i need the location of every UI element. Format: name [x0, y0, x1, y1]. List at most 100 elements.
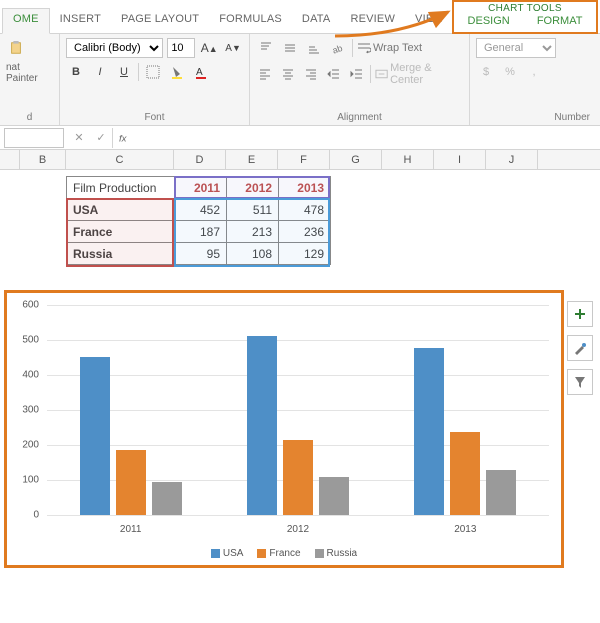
x-tick-label: 2013 [382, 524, 549, 535]
x-tick-label: 2011 [47, 524, 214, 535]
separator [370, 65, 371, 83]
legend-item-france[interactable]: France [257, 548, 300, 559]
bold-button[interactable]: B [66, 62, 86, 82]
tab-design[interactable]: DESIGN [468, 15, 510, 27]
currency-icon[interactable]: $ [476, 62, 496, 82]
chart-y-axis: 0100200300400500600 [7, 305, 43, 515]
ribbon-body: nat Painter d Calibri (Body) A▲ A▼ B I U… [0, 34, 600, 126]
bar-russia-2013[interactable] [486, 470, 516, 515]
accept-formula-icon[interactable]: ✓ [90, 131, 112, 144]
table-cell[interactable]: 187 [175, 221, 227, 243]
align-right-icon[interactable] [302, 64, 321, 84]
table-row: Russia 95 108 129 [67, 243, 331, 265]
table-cell[interactable]: 511 [227, 199, 279, 221]
comma-icon[interactable]: , [524, 62, 544, 82]
table-cell[interactable]: 478 [279, 199, 331, 221]
bar-usa-2011[interactable] [80, 357, 110, 515]
decrease-font-icon[interactable]: A▼ [223, 38, 243, 58]
borders-button[interactable] [143, 62, 163, 82]
ribbon-group-alignment: ab Wrap Text Merge & Center Alignment [250, 34, 470, 125]
tab-pagelayout[interactable]: PAGE LAYOUT [111, 9, 209, 33]
bar-russia-2011[interactable] [152, 482, 182, 515]
col-header[interactable]: F [278, 150, 330, 169]
number-format-select[interactable]: General [476, 38, 556, 58]
align-center-icon[interactable] [279, 64, 298, 84]
col-header[interactable]: H [382, 150, 434, 169]
chart-elements-button[interactable] [567, 301, 593, 327]
bar-usa-2013[interactable] [414, 348, 444, 515]
align-middle-icon[interactable] [280, 38, 300, 58]
x-tick-label: 2012 [214, 524, 381, 535]
clipboard-group-label: d [6, 110, 53, 123]
chart-side-buttons [567, 301, 593, 395]
number-group-label: Number [476, 110, 594, 123]
paste-button[interactable] [6, 38, 26, 58]
bar-usa-2012[interactable] [247, 336, 277, 515]
table-cell[interactable]: 108 [227, 243, 279, 265]
table-year[interactable]: 2013 [279, 177, 331, 199]
chart-tools-tabgroup: CHART TOOLS DESIGN FORMAT [452, 0, 598, 34]
align-left-icon[interactable] [256, 64, 275, 84]
chart-styles-button[interactable] [567, 335, 593, 361]
tab-format[interactable]: FORMAT [537, 15, 583, 27]
row-label[interactable]: Russia [67, 243, 175, 265]
table-cell[interactable]: 213 [227, 221, 279, 243]
cancel-formula-icon[interactable]: ✕ [68, 131, 90, 144]
ribbon-group-number: General $ % , Number [470, 34, 600, 125]
name-box[interactable] [4, 128, 64, 148]
col-header[interactable]: J [486, 150, 538, 169]
increase-indent-icon[interactable] [347, 64, 366, 84]
bar-france-2013[interactable] [450, 432, 480, 515]
chart-legend[interactable]: USA France Russia [7, 548, 561, 559]
legend-item-usa[interactable]: USA [211, 548, 244, 559]
table-cell[interactable]: 95 [175, 243, 227, 265]
svg-text:ab: ab [331, 43, 344, 55]
row-label[interactable]: USA [67, 199, 175, 221]
bar-russia-2012[interactable] [319, 477, 349, 515]
chart-filters-button[interactable] [567, 369, 593, 395]
increase-font-icon[interactable]: A▲ [199, 38, 219, 58]
worksheet-grid[interactable]: Film Production 2011 2012 2013 USA 452 5… [0, 170, 600, 590]
column-headers: B C D E F G H I J [0, 150, 600, 170]
table-cell[interactable]: 236 [279, 221, 331, 243]
fill-color-button[interactable] [167, 62, 187, 82]
tab-formulas[interactable]: FORMULAS [209, 9, 292, 33]
table-corner[interactable]: Film Production [67, 177, 175, 199]
decrease-indent-icon[interactable] [324, 64, 343, 84]
wrap-text-button[interactable]: Wrap Text [357, 41, 422, 55]
chart-tools-title: CHART TOOLS [454, 2, 596, 14]
col-header[interactable]: E [226, 150, 278, 169]
merge-center-button[interactable]: Merge & Center [375, 62, 463, 86]
legend-item-russia[interactable]: Russia [315, 548, 358, 559]
col-header[interactable]: D [174, 150, 226, 169]
table-cell[interactable]: 452 [175, 199, 227, 221]
italic-button[interactable]: I [90, 62, 110, 82]
embedded-chart[interactable]: 0100200300400500600 201120122013 USA Fran… [4, 290, 564, 568]
table-cell[interactable]: 129 [279, 243, 331, 265]
tab-home[interactable]: OME [2, 8, 50, 34]
font-family-select[interactable]: Calibri (Body) [66, 38, 163, 58]
col-header[interactable]: G [330, 150, 382, 169]
bar-france-2012[interactable] [283, 440, 313, 515]
bar-france-2011[interactable] [116, 450, 146, 515]
col-header[interactable]: B [20, 150, 66, 169]
align-bottom-icon[interactable] [304, 38, 324, 58]
align-top-icon[interactable] [256, 38, 276, 58]
chart-x-axis: 201120122013 [47, 524, 549, 535]
col-header[interactable]: I [434, 150, 486, 169]
chart-plot-area[interactable] [47, 305, 549, 515]
col-header[interactable]: C [66, 150, 174, 169]
font-size-input[interactable] [167, 38, 195, 58]
format-painter-label[interactable]: nat Painter [6, 62, 53, 84]
formula-input[interactable] [137, 132, 600, 144]
fx-icon[interactable]: fx [119, 131, 133, 145]
row-label[interactable]: France [67, 221, 175, 243]
tab-insert[interactable]: INSERT [50, 9, 111, 33]
percent-icon[interactable]: % [500, 62, 520, 82]
table-year[interactable]: 2012 [227, 177, 279, 199]
font-color-button[interactable]: A [191, 62, 211, 82]
underline-button[interactable]: U [114, 62, 134, 82]
svg-text:A: A [196, 67, 203, 78]
table-year[interactable]: 2011 [175, 177, 227, 199]
select-all-corner[interactable] [0, 150, 20, 169]
